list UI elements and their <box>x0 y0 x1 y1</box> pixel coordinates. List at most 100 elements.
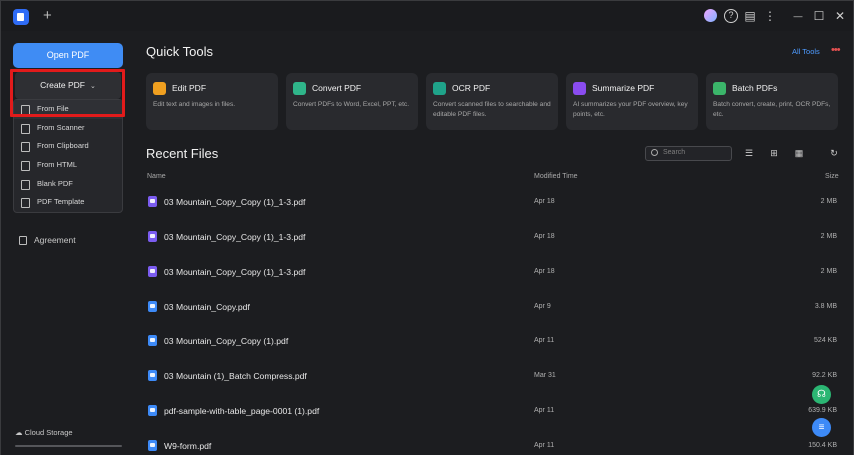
file-size: 639.9 KB <box>808 407 837 414</box>
thumbnail-view-icon[interactable]: ▦ <box>794 148 804 158</box>
tool-card-desc: Batch convert, create, print, OCR PDFs, … <box>713 101 831 118</box>
file-size: 92.2 KB <box>812 372 837 379</box>
column-header-size[interactable]: Size <box>825 173 839 180</box>
recent-files-title: Recent Files <box>146 146 219 161</box>
file-name: 03 Mountain_Copy.pdf <box>164 302 250 312</box>
pdf-file-icon <box>148 335 157 346</box>
pdf-file-icon <box>148 196 157 207</box>
highlight-box <box>10 69 125 117</box>
tool-card-title: Edit PDF <box>172 83 207 93</box>
tool-card-convert-pdf[interactable]: Convert PDF Convert PDFs to Word, Excel,… <box>286 73 418 130</box>
tool-card-summarize-pdf[interactable]: Summarize PDF AI summarizes your PDF ove… <box>566 73 698 130</box>
maximize-button[interactable]: ☐ <box>812 9 826 23</box>
menu-item-blank-pdf[interactable]: Blank PDF <box>14 175 122 194</box>
cloud-storage[interactable]: ☁ Cloud Storage <box>15 428 73 437</box>
search-placeholder: Search <box>663 149 686 156</box>
summarize-pdf-icon <box>573 82 586 95</box>
pdf-file-icon <box>148 370 157 381</box>
list-view-icon[interactable]: ☰ <box>744 148 754 158</box>
tool-card-title: Batch PDFs <box>732 83 778 93</box>
menu-item-from-clipboard[interactable]: From Clipboard <box>14 137 122 156</box>
column-header-modified[interactable]: Modified Time <box>534 173 578 180</box>
grid-view-icon[interactable]: ⊞ <box>769 148 779 158</box>
assistant-icon[interactable]: ≡ <box>812 418 831 437</box>
html-icon <box>21 161 30 171</box>
all-tools-link[interactable]: All Tools <box>792 47 820 56</box>
tool-card-batch-pdfs[interactable]: Batch PDFs Batch convert, create, print,… <box>706 73 838 130</box>
feedback-icon[interactable]: ▤ <box>743 9 757 23</box>
tool-card-desc: Edit text and images in files. <box>153 101 236 108</box>
file-size: 2 MB <box>820 233 837 240</box>
tool-card-edit-pdf[interactable]: Edit PDF Edit text and images in files. <box>146 73 278 130</box>
menu-item-from-html[interactable]: From HTML <box>14 156 122 175</box>
file-size: 2 MB <box>820 198 837 205</box>
search-icon <box>651 149 658 156</box>
minimize-button[interactable]: — <box>791 9 805 23</box>
file-modified: Mar 31 <box>534 372 556 379</box>
file-modified: Apr 18 <box>534 233 555 240</box>
agreement-icon <box>19 236 27 246</box>
quick-tools-title: Quick Tools <box>146 44 213 59</box>
file-name: 03 Mountain (1)_Batch Compress.pdf <box>164 371 307 381</box>
more-icon[interactable]: ••• <box>831 44 841 56</box>
file-modified: Apr 18 <box>534 198 555 205</box>
cloud-storage-label: Cloud Storage <box>24 428 73 437</box>
table-row[interactable]: 03 Mountain_Copy_Copy (1)_1-3.pdf Apr 18… <box>134 185 853 220</box>
tool-card-title: Convert PDF <box>312 83 362 93</box>
table-row[interactable]: 03 Mountain (1)_Batch Compress.pdf Mar 3… <box>134 359 853 394</box>
support-icon[interactable]: ☊ <box>812 385 831 404</box>
menu-item-pdf-template[interactable]: PDF Template <box>14 193 122 212</box>
table-row[interactable]: W9-form.pdf Apr 11 150.4 KB <box>134 429 853 455</box>
file-name: pdf-sample-with-table_page-0001 (1).pdf <box>164 406 320 416</box>
search-input[interactable]: Search <box>645 146 732 161</box>
pdf-file-icon <box>148 266 157 277</box>
main-content: Quick Tools All Tools ••• Edit PDF Edit … <box>134 31 853 455</box>
file-name: 03 Mountain_Copy_Copy (1)_1-3.pdf <box>164 267 306 277</box>
app-logo <box>13 9 29 25</box>
sidebar-item-agreement[interactable]: Agreement <box>19 235 76 246</box>
table-row[interactable]: 03 Mountain_Copy.pdf Apr 9 3.8 MB <box>134 290 853 325</box>
blank-page-icon <box>21 180 30 190</box>
file-modified: Apr 9 <box>534 303 551 310</box>
table-row[interactable]: pdf-sample-with-table_page-0001 (1).pdf … <box>134 394 853 429</box>
menu-item-label: From HTML <box>37 160 77 169</box>
title-bar: + ? ▤ ⋮ — ☐ ✕ <box>1 1 853 31</box>
edit-pdf-icon <box>153 82 166 95</box>
file-modified: Apr 11 <box>534 407 555 414</box>
table-row[interactable]: 03 Mountain_Copy_Copy (1)_1-3.pdf Apr 18… <box>134 255 853 290</box>
new-tab-button[interactable]: + <box>43 7 52 24</box>
tool-card-title: Summarize PDF <box>592 83 655 93</box>
close-button[interactable]: ✕ <box>833 9 847 23</box>
menu-item-label: Blank PDF <box>37 179 73 188</box>
menu-item-from-scanner[interactable]: From Scanner <box>14 119 122 138</box>
refresh-icon[interactable]: ↻ <box>829 148 839 158</box>
tool-card-desc: Convert PDFs to Word, Excel, PPT, etc. <box>293 101 410 108</box>
sidebar: Open PDF Create PDF ⌄ Agreement From File… <box>1 31 134 455</box>
sidebar-item-label: Agreement <box>34 235 76 245</box>
pdf-file-icon <box>148 405 157 416</box>
file-size: 3.8 MB <box>814 303 837 310</box>
pdf-file-icon <box>148 231 157 242</box>
menu-item-label: From Clipboard <box>37 141 89 150</box>
file-name: 03 Mountain_Copy_Copy (1)_1-3.pdf <box>164 197 306 207</box>
column-header-name[interactable]: Name <box>147 173 166 180</box>
tool-card-title: OCR PDF <box>452 83 491 93</box>
pdf-file-icon <box>148 301 157 312</box>
tool-card-ocr-pdf[interactable]: OCR PDF Convert scanned files to searcha… <box>426 73 558 130</box>
file-name: 03 Mountain_Copy_Copy (1)_1-3.pdf <box>164 232 306 242</box>
file-modified: Apr 11 <box>534 337 555 344</box>
user-avatar[interactable] <box>704 9 717 22</box>
convert-pdf-icon <box>293 82 306 95</box>
cloud-icon: ☁ <box>15 428 25 437</box>
table-row[interactable]: 03 Mountain_Copy_Copy (1)_1-3.pdf Apr 18… <box>134 220 853 255</box>
batch-pdfs-icon <box>713 82 726 95</box>
help-icon[interactable]: ? <box>724 9 738 23</box>
ocr-pdf-icon <box>433 82 446 95</box>
file-name: W9-form.pdf <box>164 441 212 451</box>
more-options-icon[interactable]: ⋮ <box>763 9 777 23</box>
menu-item-label: From Scanner <box>37 123 85 132</box>
open-pdf-button[interactable]: Open PDF <box>13 43 123 68</box>
file-name: 03 Mountain_Copy_Copy (1).pdf <box>164 336 289 346</box>
file-size: 2 MB <box>820 268 837 275</box>
table-row[interactable]: 03 Mountain_Copy_Copy (1).pdf Apr 11 524… <box>134 324 853 359</box>
